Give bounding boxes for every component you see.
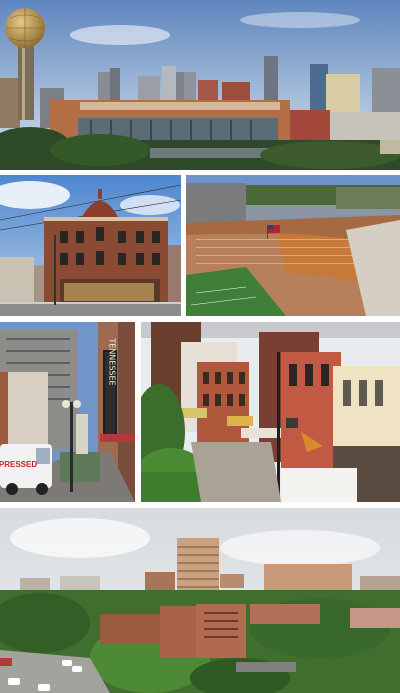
stadium-photo: [186, 175, 400, 316]
theatre-sign-label: TENNESSEE: [108, 337, 117, 385]
van-lettering: PRESSED: [0, 460, 37, 469]
market-square-photo: [141, 322, 400, 502]
theatre-street-photo: TENNESSEE PRESSED: [0, 322, 135, 502]
historic-building-photo: [0, 175, 181, 316]
skyline-photo: [0, 0, 400, 170]
campus-aerial-photo: [0, 508, 400, 693]
